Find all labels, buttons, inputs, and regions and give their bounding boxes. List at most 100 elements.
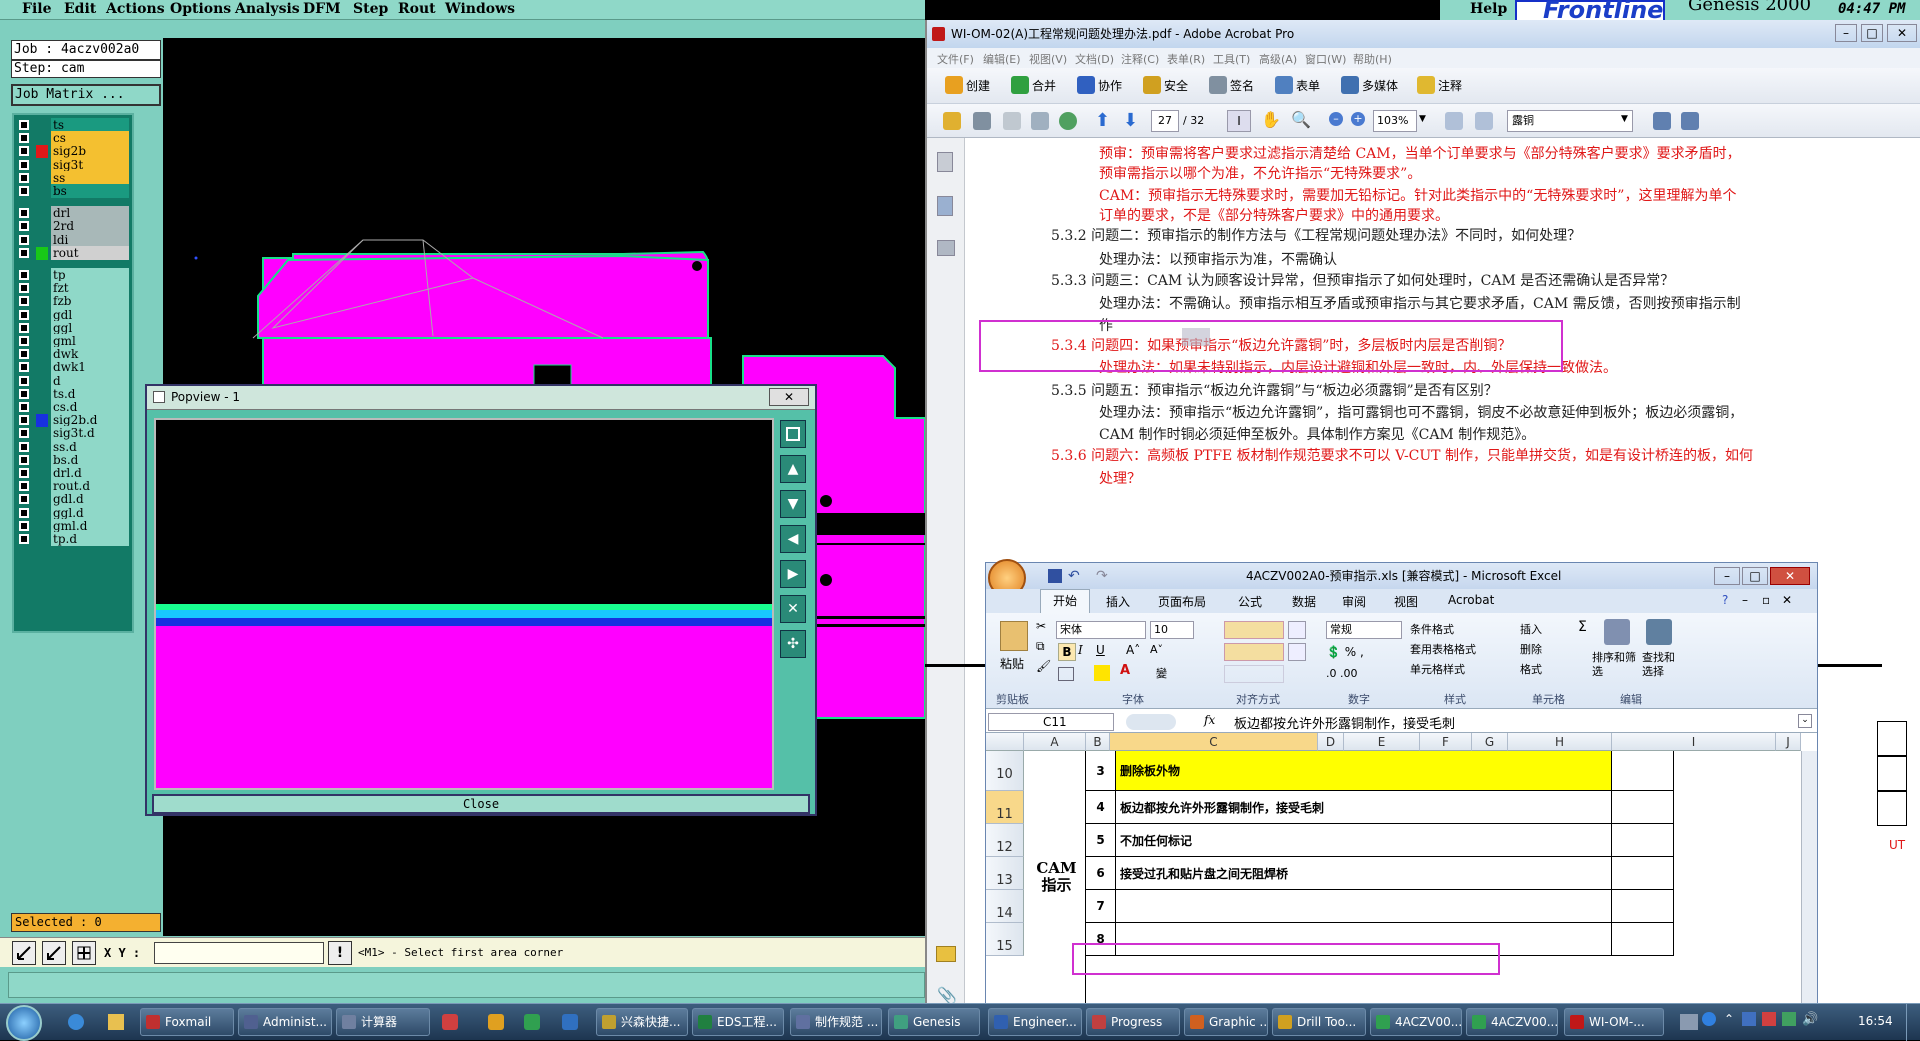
zoom-area-icon[interactable] [12, 941, 36, 965]
format-button[interactable]: 格式 [1520, 661, 1542, 677]
zoom-out-icon[interactable]: – [1329, 112, 1343, 126]
layer-name[interactable]: fzb [51, 294, 129, 309]
taskbar-item[interactable]: 计算器 [336, 1008, 430, 1036]
popview-zoom-icon[interactable] [780, 420, 806, 448]
paste-button[interactable]: 粘贴 [1000, 655, 1024, 672]
column-header[interactable]: B [1086, 733, 1110, 751]
ac-menu-forms[interactable]: 表单(R) [1167, 51, 1205, 67]
tray-app-icon[interactable] [1782, 1012, 1796, 1026]
menu-options[interactable]: Options [170, 1, 231, 17]
taskbar-item[interactable]: 4ACZV00... [1466, 1008, 1558, 1036]
home-icon[interactable]: ✣ [780, 630, 806, 658]
layer-name[interactable]: tp [51, 268, 129, 282]
comments-icon[interactable] [936, 946, 956, 962]
shrink-font-icon[interactable]: A˅ [1150, 643, 1163, 656]
sort-filter-icon[interactable] [1604, 619, 1630, 645]
zoom-tool-icon[interactable]: 🔍 [1291, 110, 1311, 129]
tab-acrobat[interactable]: Acrobat [1448, 593, 1494, 607]
keyboard-icon[interactable] [1680, 1014, 1698, 1030]
tab-review[interactable]: 审阅 [1342, 593, 1366, 610]
layer-checkbox[interactable] [19, 468, 29, 478]
layer-color-swatch[interactable] [36, 246, 48, 260]
row-header[interactable]: 14 [986, 890, 1024, 923]
layer-checkbox[interactable] [19, 336, 29, 346]
column-header[interactable]: H [1508, 733, 1612, 751]
ie-icon[interactable] [68, 1014, 84, 1030]
layer-color-swatch[interactable] [36, 282, 48, 296]
ac-menu-window[interactable]: 窗口(W) [1305, 51, 1346, 67]
instruction-cell[interactable]: 删除板外物 [1116, 751, 1612, 791]
layer-name[interactable]: cs.d [51, 400, 129, 414]
empty-cell[interactable] [1612, 824, 1674, 857]
column-header[interactable]: C [1110, 733, 1318, 751]
layer-name[interactable]: sig3t [51, 157, 129, 172]
row-number-cell[interactable]: 3 [1086, 751, 1116, 791]
layer-name[interactable]: ldi [51, 232, 129, 247]
formula-collapse-icon[interactable]: ⌄ [1798, 714, 1812, 728]
undo-icon[interactable]: ↶ [1068, 563, 1080, 589]
layer-name[interactable]: ggl [51, 320, 129, 335]
cell-styles-button[interactable]: 单元格样式 [1410, 661, 1465, 677]
pan-up-icon[interactable]: ▲ [780, 455, 806, 483]
layer-row-rout[interactable]: rout [14, 245, 132, 261]
layer-color-swatch[interactable] [36, 145, 48, 159]
row-header[interactable]: 12 [986, 824, 1024, 857]
layer-name[interactable]: sig2b.d [51, 413, 129, 428]
layer-name[interactable]: dwk1 [51, 360, 129, 375]
menu-step[interactable]: Step [353, 1, 388, 17]
phonetic-icon[interactable]: 變 [1156, 665, 1167, 681]
bookmarks-icon[interactable] [937, 196, 953, 216]
menu-rout[interactable]: Rout [398, 1, 436, 17]
layer-checkbox[interactable] [19, 402, 29, 412]
layer-color-swatch[interactable] [36, 453, 48, 467]
font-color-icon[interactable]: A [1120, 663, 1130, 678]
layer-checkbox[interactable] [19, 534, 29, 544]
indent-icon[interactable] [1224, 665, 1284, 683]
layer-name[interactable]: drl [51, 206, 129, 221]
select-all-corner[interactable] [986, 733, 1024, 751]
cut-icon[interactable]: ✂ [1036, 619, 1046, 633]
font-name-select[interactable]: 宋体 [1056, 621, 1146, 639]
layer-checkbox[interactable] [19, 507, 29, 518]
menu-edit[interactable]: Edit [64, 1, 96, 17]
underline-icon[interactable]: U [1096, 643, 1105, 657]
menu-windows[interactable]: Windows [445, 1, 515, 17]
row-number-cell[interactable]: 4 [1086, 791, 1116, 824]
worksheet-grid[interactable]: ABCDEFGHIJ 10 11 12 13 14 15 CAM 指示 3 删除板外物 4 板边… [986, 733, 1817, 1004]
row-number-cell[interactable]: 5 [1086, 824, 1116, 857]
format-painter-icon[interactable]: 🖌 [1036, 659, 1051, 673]
taskbar-item[interactable]: Graphic ... [1184, 1008, 1268, 1036]
layer-name[interactable]: rout.d [51, 479, 129, 494]
multimedia-button[interactable]: 多媒体 [1341, 76, 1398, 94]
web-icon[interactable] [1059, 112, 1077, 130]
pages-icon[interactable] [937, 152, 953, 172]
find-select-icon[interactable] [1646, 619, 1672, 645]
layer-checkbox[interactable] [19, 146, 29, 157]
ac-menu-comments[interactable]: 注释(C) [1121, 51, 1159, 67]
layer-color-swatch[interactable] [36, 335, 48, 348]
conditional-format-button[interactable]: 条件格式 [1410, 621, 1454, 637]
column-header[interactable]: G [1472, 733, 1508, 751]
empty-cell[interactable] [1612, 791, 1674, 824]
tab-data[interactable]: 数据 [1292, 593, 1316, 610]
volume-icon[interactable]: 🔊 [1802, 1012, 1818, 1027]
tab-formulas[interactable]: 公式 [1238, 593, 1262, 610]
column-header[interactable]: E [1344, 733, 1420, 751]
layer-color-swatch[interactable] [36, 493, 48, 507]
menu-file[interactable]: File [22, 1, 51, 17]
tab-home[interactable]: 开始 [1040, 589, 1090, 613]
pan-right-icon[interactable]: ▶ [780, 560, 806, 588]
layer-checkbox[interactable] [19, 494, 29, 505]
layer-name[interactable]: sig3t.d [51, 426, 129, 441]
popview-close-button[interactable]: Close [152, 794, 810, 814]
layer-checkbox[interactable] [19, 454, 29, 465]
layer-checkbox[interactable] [19, 441, 29, 452]
layer-checkbox[interactable] [19, 270, 29, 280]
layer-name[interactable]: rout [51, 245, 129, 260]
ac-menu-tools[interactable]: 工具(T) [1213, 51, 1250, 67]
layer-name[interactable]: ss [51, 170, 129, 185]
layer-color-swatch[interactable] [36, 440, 48, 454]
layer-name[interactable]: gdl.d [51, 492, 129, 507]
layer-color-swatch[interactable] [36, 207, 48, 221]
ac-menu-document[interactable]: 文档(D) [1075, 51, 1114, 67]
